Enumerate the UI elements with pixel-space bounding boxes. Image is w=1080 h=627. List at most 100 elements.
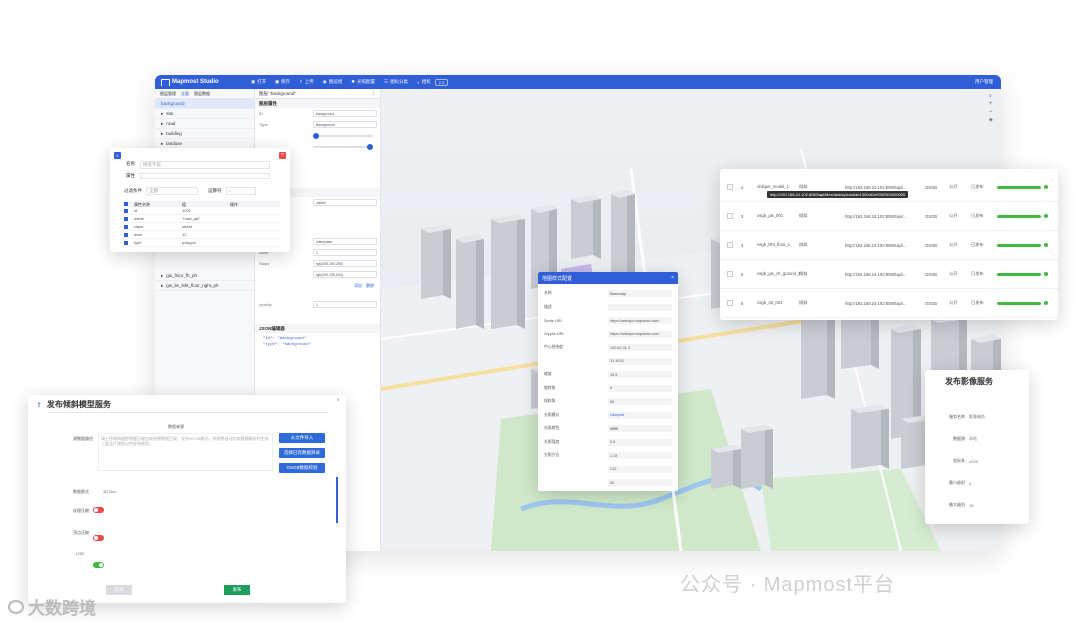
field-input[interactable]: https://webapi.mapmost.com/ — [608, 330, 672, 338]
source-hint-box[interactable]: 请上传倾斜摄影数据压缩包或选择数据目录，支持OSGB格式，系统将自动完成数据解析… — [98, 433, 273, 471]
service-url[interactable]: http://192.168.24.102:8080/api/... — [845, 243, 915, 248]
operator-select[interactable]: = — [225, 187, 256, 195]
minzoom-slider[interactable] — [313, 132, 373, 139]
row-checkbox[interactable] — [124, 216, 128, 221]
cancel-button[interactable]: 取消 — [106, 585, 132, 595]
tool-layers[interactable]: ◉ 图层组 — [323, 79, 342, 85]
service-row[interactable]: 4 osgb_lsht_floor_1 倾斜 http://192.168.24.10… — [720, 231, 1058, 260]
base-input[interactable]: 1 — [313, 249, 377, 256]
layer-row[interactable]: background — [155, 99, 254, 109]
stop-input[interactable]: rgb(255,255,255) — [313, 260, 377, 267]
service-row[interactable]: 6 osgb_3d_001 倾斜 http://192.168.24.102:8080… — [720, 289, 1058, 318]
tool-icons[interactable]: ☰ 图标分类 — [384, 79, 408, 85]
section-title[interactable]: JSON编辑器 — [255, 324, 380, 333]
field-value[interactable]: 0 — [969, 481, 1009, 486]
table-row[interactable]: id 1001 — [122, 207, 280, 215]
tool-camera[interactable]: ◐ 相机 2.3 — [417, 78, 449, 86]
add-stop-button[interactable]: 添加 — [354, 283, 362, 289]
visibility-select[interactable]: visible — [313, 199, 377, 206]
close-icon[interactable]: × — [279, 152, 286, 159]
field-value[interactable]: 4326 — [969, 459, 1009, 464]
field-input[interactable]: 30 — [608, 479, 672, 487]
field-input[interactable]: 0 — [608, 384, 672, 392]
zoom-level[interactable]: 2.3 — [434, 78, 449, 86]
remove-stop-button[interactable]: 删除 — [366, 283, 374, 289]
field-input[interactable]: Basemap — [608, 290, 672, 298]
publish-button[interactable]: 发布 — [224, 585, 250, 595]
field-value[interactable]: 影像服务 — [969, 414, 1009, 420]
opacity-input[interactable]: 1 — [313, 301, 377, 308]
row-checkbox[interactable] — [727, 271, 733, 277]
layer-row[interactable]: ▸ building — [155, 129, 254, 139]
tool-light[interactable]: ✹ 光照配置 — [351, 79, 375, 85]
json-editor[interactable]: "id": "background", "type": "background" — [255, 333, 380, 351]
row-checkbox[interactable] — [727, 242, 733, 248]
maxzoom-slider[interactable] — [313, 143, 373, 150]
vertex-toggle[interactable] — [93, 535, 104, 541]
table-row[interactable]: name "road_gis" — [122, 215, 280, 223]
close-icon[interactable]: × — [671, 275, 674, 281]
section-title[interactable]: 图层属性 — [255, 99, 380, 108]
choose-dir-button[interactable]: 选择已有数据目录 — [279, 448, 325, 458]
format-value[interactable]: 3DTiles — [103, 489, 116, 494]
field-input[interactable] — [608, 303, 672, 311]
table-row[interactable]: level 12 — [122, 231, 280, 239]
field-value[interactable]: 18 — [969, 503, 1009, 508]
row-checkbox[interactable] — [727, 300, 733, 306]
close-icon[interactable]: × — [336, 398, 340, 404]
tool-upload[interactable]: ⇪ 上传 — [299, 79, 314, 85]
zoom-in-icon[interactable]: + — [989, 101, 997, 107]
service-row[interactable]: 5 osgb_gis_ch_ground_2 倾斜 http://192.168.24… — [720, 260, 1058, 289]
row-checkbox[interactable] — [124, 224, 128, 229]
city-3d-map[interactable] — [381, 89, 1001, 551]
layer-row[interactable]: ▸ gis_lie_lsht_floor_right_ph — [155, 281, 254, 291]
tool-save[interactable]: ◼ 保存 — [275, 79, 290, 85]
row-checkbox[interactable] — [124, 240, 128, 245]
import-file-button[interactable]: 从文件导入 — [279, 433, 325, 443]
type-select[interactable]: Background — [313, 121, 377, 128]
field-input[interactable]: viewport — [608, 411, 672, 419]
field-input[interactable]: https://webapi.mapmost.com/ — [608, 317, 672, 325]
id-input[interactable]: background — [313, 110, 377, 117]
lod-toggle[interactable] — [93, 562, 104, 568]
field-input[interactable]: 210 — [608, 465, 672, 473]
field-value[interactable]: 本地 — [969, 436, 1009, 442]
row-checkbox[interactable] — [124, 232, 128, 237]
zoom-out-icon[interactable]: − — [989, 109, 997, 115]
compass-icon[interactable]: ◈ — [989, 117, 997, 123]
table-row[interactable]: type polygon — [122, 239, 280, 247]
tab-layers[interactable]: 图层管理 — [160, 91, 176, 97]
tool-open[interactable]: ▣ 打开 — [251, 79, 266, 85]
function-select[interactable]: interpolate — [313, 238, 377, 245]
layer-row[interactable]: ▸ road — [155, 119, 254, 129]
service-url[interactable]: http://192.168.24.102:8080/api/... — [845, 185, 915, 190]
field-input[interactable]: 1.15 — [608, 452, 672, 460]
select-all-checkbox[interactable] — [124, 202, 128, 206]
validate-button[interactable]: OSGB数据校验 — [279, 463, 325, 473]
row-checkbox[interactable] — [727, 184, 733, 190]
scrollbar[interactable] — [336, 477, 338, 523]
tab-all[interactable]: 全量 — [181, 91, 189, 97]
service-url[interactable]: http://192.168.24.102:8080/api/... — [845, 301, 915, 306]
user-menu[interactable]: 用户管理 — [975, 79, 993, 85]
field-input[interactable]: 15.5 — [608, 371, 672, 379]
texture-toggle[interactable] — [93, 507, 104, 513]
table-row[interactable]: class street — [122, 223, 280, 231]
service-url[interactable]: http://192.168.24.102:8080/api/... — [845, 214, 915, 219]
tab-data[interactable]: 图层数据 — [194, 91, 210, 97]
row-checkbox[interactable] — [124, 208, 128, 213]
layer-row[interactable]: ▸ site — [155, 109, 254, 119]
service-row[interactable]: 3 osgb_gis_001 倾斜 http://192.168.24.102:808… — [720, 202, 1058, 231]
field-input[interactable]: 120.62,31.3 — [608, 344, 672, 352]
field-input[interactable]: 60 — [608, 398, 672, 406]
attr-input[interactable] — [140, 173, 270, 179]
map-canvas[interactable]: ⌕ + − ◈ — [381, 89, 1001, 551]
field-input[interactable]: 0.5 — [608, 438, 672, 446]
row-checkbox[interactable] — [727, 213, 733, 219]
service-url[interactable]: http://192.168.24.102:8080/api/... — [845, 272, 915, 277]
stop-input[interactable]: rgb(230,235,240) — [313, 271, 377, 278]
more-icon[interactable]: ⋮ — [372, 91, 377, 97]
condition-select[interactable]: 全部 — [146, 187, 198, 195]
field-input[interactable]: #ffffff — [608, 425, 672, 433]
search-input[interactable]: 搜索字段 — [140, 161, 270, 169]
